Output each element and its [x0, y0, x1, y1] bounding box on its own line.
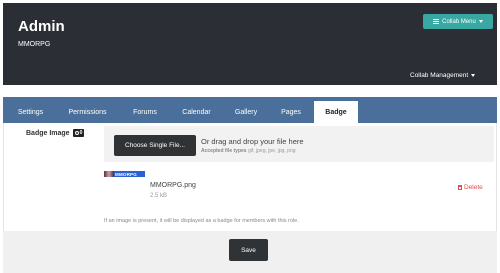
tab-gallery[interactable]: Gallery	[226, 101, 266, 123]
choose-file-button[interactable]: Choose Single File...	[114, 135, 196, 156]
collab-management-dropdown[interactable]: Collab Management	[410, 72, 476, 79]
badge-count-value: 0	[79, 130, 83, 136]
thumbnail-image	[104, 171, 114, 177]
page-title: Admin	[18, 18, 65, 35]
delete-label: Delete	[464, 184, 483, 191]
delete-button[interactable]: Delete	[458, 184, 483, 191]
file-dropzone[interactable]: Choose Single File... Or drag and drop y…	[104, 126, 494, 162]
accepted-file-types: Accepted file types gif, jpeg, jpe, jpg,…	[201, 148, 296, 154]
search-icon	[74, 131, 79, 135]
page-subtitle: MMORPG	[18, 41, 51, 48]
menu-icon	[433, 19, 440, 24]
help-text: If an image is present, it will be displ…	[104, 218, 299, 224]
badge-image-label-text: Badge Image	[26, 129, 70, 137]
badge-count: 0	[72, 129, 85, 137]
accepted-types: gif, jpeg, jpe, jpg, png	[247, 148, 296, 154]
caret-down-icon	[471, 74, 476, 77]
tab-settings[interactable]: Settings	[9, 101, 52, 123]
tab-calendar[interactable]: Calendar	[173, 101, 220, 123]
collab-menu-button[interactable]: Collab Menu	[423, 14, 493, 29]
tab-pages[interactable]: Pages	[272, 101, 310, 123]
tab-forums[interactable]: Forums	[123, 101, 167, 123]
tab-permissions[interactable]: Permissions	[58, 101, 117, 123]
file-name: MMORPG.png	[150, 182, 196, 189]
collab-management-label: Collab Management	[410, 72, 469, 79]
badge-thumbnail: MMORPG	[104, 171, 145, 177]
tab-badge[interactable]: Badge	[314, 101, 358, 123]
caret-down-icon	[478, 20, 483, 23]
thumbnail-logo-text: MMORPG	[114, 171, 145, 177]
file-size: 2.5 kB	[150, 193, 168, 199]
tab-bar: Settings Permissions Forums Calendar Gal…	[3, 97, 497, 123]
collab-menu-label: Collab Menu	[442, 18, 476, 25]
page-header: Admin MMORPG Collab Menu Collab Manageme…	[3, 3, 497, 85]
trash-icon	[458, 185, 462, 190]
drop-text: Or drag and drop your file here	[201, 137, 304, 146]
accepted-label: Accepted file types	[201, 148, 247, 154]
save-button[interactable]: Save	[229, 239, 268, 261]
badge-image-label: Badge Image 0	[26, 129, 85, 137]
